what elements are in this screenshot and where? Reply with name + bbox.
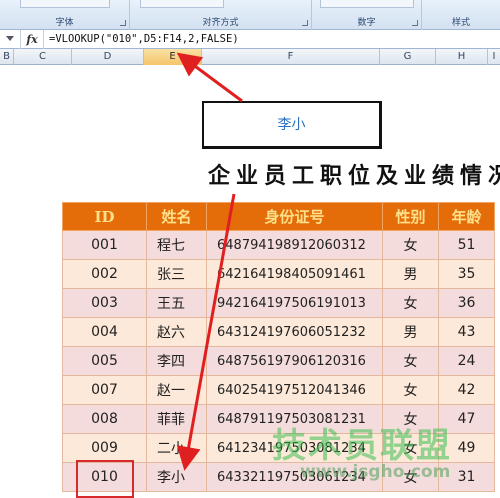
- cell-age[interactable]: 35: [438, 259, 495, 289]
- table-header-row: ID 姓名 身份证号 性别 年龄: [62, 202, 495, 231]
- dialog-launcher-icon[interactable]: [302, 20, 308, 26]
- cell-age[interactable]: 43: [438, 317, 495, 347]
- ribbon-group-alignment: 对齐方式: [130, 0, 312, 30]
- cell-id[interactable]: 002: [62, 259, 147, 289]
- number-controls[interactable]: [320, 0, 414, 8]
- cell-name[interactable]: 菲菲: [146, 404, 207, 434]
- alignment-controls[interactable]: [140, 0, 224, 8]
- cell-gender[interactable]: 女: [382, 375, 439, 405]
- table-row: 003 王五 942164197506191013 女 36: [62, 288, 495, 318]
- column-header-e[interactable]: E: [144, 49, 202, 65]
- table-row: 001 程七 648794198912060312 女 51: [62, 230, 495, 260]
- cell-name[interactable]: 王五: [146, 288, 207, 318]
- cell-id-number[interactable]: 648756197906120316: [206, 346, 383, 376]
- table-row: 007 赵一 640254197512041346 女 42: [62, 375, 495, 405]
- cell-gender[interactable]: 女: [382, 230, 439, 260]
- ribbon-group-label: 字体: [55, 18, 74, 28]
- formula-input[interactable]: =VLOOKUP("010",D5:F14,2,FALSE): [49, 30, 239, 49]
- cell-age[interactable]: 42: [438, 375, 495, 405]
- cell-name[interactable]: 李四: [146, 346, 207, 376]
- watermark-url: www.jsgho.com: [300, 462, 451, 482]
- column-header-i[interactable]: I: [488, 49, 500, 65]
- cell-age[interactable]: 24: [438, 346, 495, 376]
- ribbon-group-font: 字体: [0, 0, 130, 30]
- ribbon-group-label: 对齐方式: [202, 18, 239, 28]
- cell-id-number[interactable]: 642164198405091461: [206, 259, 383, 289]
- cell-gender[interactable]: 女: [382, 288, 439, 318]
- cell-id-number[interactable]: 640254197512041346: [206, 375, 383, 405]
- formula-bar: fx =VLOOKUP("010",D5:F14,2,FALSE): [0, 30, 500, 49]
- cell-id[interactable]: 001: [62, 230, 147, 260]
- name-box-dropdown-icon[interactable]: [6, 36, 14, 41]
- cell-id-number[interactable]: 942164197506191013: [206, 288, 383, 318]
- ribbon-group-label: 样式: [451, 18, 470, 28]
- dialog-launcher-icon[interactable]: [120, 20, 126, 26]
- cell-name[interactable]: 李小: [146, 462, 207, 492]
- cell-id[interactable]: 003: [62, 288, 147, 318]
- cell-id[interactable]: 007: [62, 375, 147, 405]
- cell-gender[interactable]: 男: [382, 259, 439, 289]
- header-gender[interactable]: 性别: [382, 202, 439, 231]
- column-header-b[interactable]: B: [0, 49, 14, 65]
- cell-id[interactable]: 004: [62, 317, 147, 347]
- cell-id[interactable]: 008: [62, 404, 147, 434]
- cell-gender[interactable]: 男: [382, 317, 439, 347]
- table-row: 002 张三 642164198405091461 男 35: [62, 259, 495, 289]
- cell-gender[interactable]: 女: [382, 346, 439, 376]
- header-id[interactable]: ID: [62, 202, 147, 231]
- dialog-launcher-icon[interactable]: [412, 20, 418, 26]
- cell-name[interactable]: 张三: [146, 259, 207, 289]
- ribbon-group-styles: 样式: [422, 0, 500, 30]
- column-header-h[interactable]: H: [436, 49, 488, 65]
- watermark-logo: 技术员联盟: [272, 426, 452, 466]
- column-header-f[interactable]: F: [202, 49, 380, 65]
- lookup-key-highlight: [76, 460, 134, 498]
- column-header-g[interactable]: G: [380, 49, 436, 65]
- cell-id[interactable]: 005: [62, 346, 147, 376]
- table-row: 004 赵六 643124197606051232 男 43: [62, 317, 495, 347]
- header-age[interactable]: 年龄: [438, 202, 495, 231]
- column-header-c[interactable]: C: [14, 49, 72, 65]
- header-name[interactable]: 姓名: [146, 202, 207, 231]
- cell-age[interactable]: 51: [438, 230, 495, 260]
- insert-function-button[interactable]: fx: [20, 30, 44, 49]
- font-controls[interactable]: [20, 0, 110, 8]
- result-callout: 李小: [202, 101, 382, 149]
- ribbon: 字体 对齐方式 数字 样式: [0, 0, 500, 30]
- ribbon-group-label: 数字: [357, 18, 376, 28]
- ribbon-group-number: 数字: [312, 0, 422, 30]
- cell-name[interactable]: 二小: [146, 433, 207, 463]
- column-header-row: B C D E F G H I: [0, 49, 500, 65]
- sheet-title: 企业员工职位及业绩情况: [208, 163, 500, 189]
- cell-id-number[interactable]: 648794198912060312: [206, 230, 383, 260]
- header-id-number[interactable]: 身份证号: [206, 202, 383, 231]
- cell-name[interactable]: 赵六: [146, 317, 207, 347]
- table-row: 005 李四 648756197906120316 女 24: [62, 346, 495, 376]
- column-header-d[interactable]: D: [72, 49, 144, 65]
- cell-name[interactable]: 程七: [146, 230, 207, 260]
- cell-age[interactable]: 36: [438, 288, 495, 318]
- cell-id-number[interactable]: 643124197606051232: [206, 317, 383, 347]
- cell-id[interactable]: 009: [62, 433, 147, 463]
- cell-name[interactable]: 赵一: [146, 375, 207, 405]
